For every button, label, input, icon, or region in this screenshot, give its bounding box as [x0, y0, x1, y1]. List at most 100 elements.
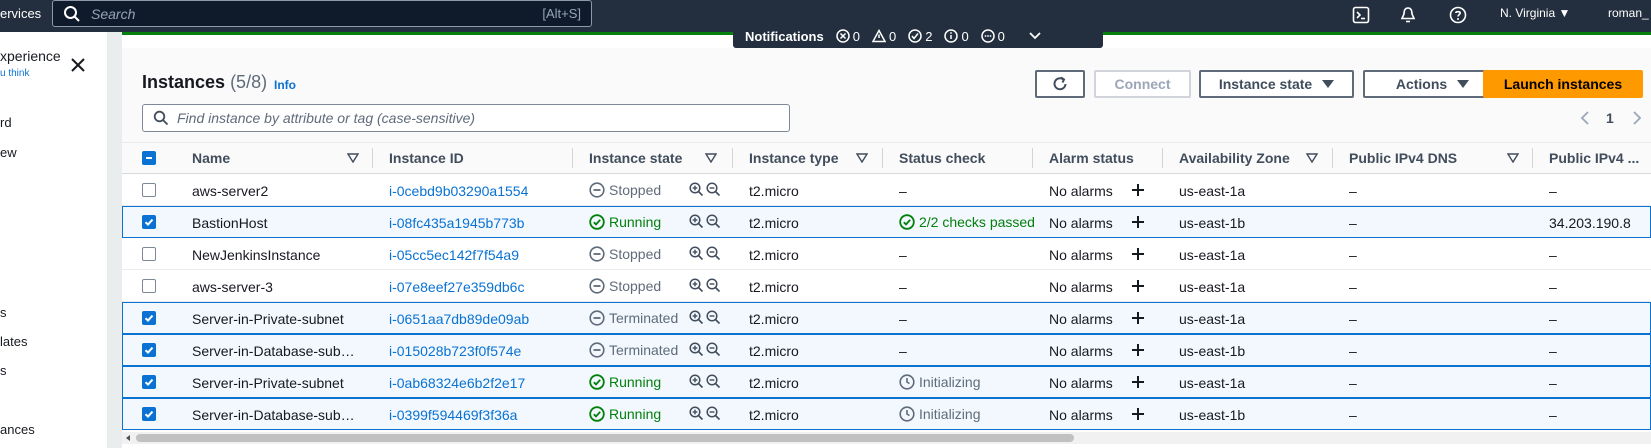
add-alarm-icon[interactable] [1131, 375, 1145, 389]
previous-page-icon[interactable] [1580, 111, 1590, 125]
column-divider[interactable] [1032, 148, 1033, 168]
add-alarm-icon[interactable] [1131, 311, 1145, 325]
sidebar-item-4[interactable]: lates [0, 334, 27, 349]
current-page[interactable]: 1 [1606, 110, 1614, 126]
row-checkbox[interactable] [142, 247, 156, 261]
region-selector[interactable]: N. Virginia ▼ [1500, 0, 1570, 27]
sort-down-icon[interactable] [1507, 153, 1519, 163]
table-row[interactable] [122, 174, 1651, 206]
actions-button[interactable]: Actions [1363, 70, 1502, 98]
zoom-in-icon[interactable] [689, 310, 704, 325]
row-checkbox[interactable] [142, 407, 156, 421]
instance-state-button[interactable]: Instance state [1199, 70, 1354, 98]
column-header-status-check[interactable]: Status check [899, 150, 985, 166]
sidebar-item-2[interactable]: ew [0, 145, 17, 160]
instance-id-link[interactable]: i-05cc5ec142f7f54a9 [389, 247, 519, 263]
scroll-left-icon[interactable] [124, 434, 132, 442]
zoom-out-icon[interactable] [706, 278, 721, 293]
column-header-public-ipv4-dns[interactable]: Public IPv4 DNS [1349, 150, 1457, 166]
column-divider[interactable] [372, 148, 373, 168]
table-row[interactable] [122, 270, 1651, 302]
instance-id-link[interactable]: i-08fc435a1945b773b [389, 215, 524, 231]
next-page-icon[interactable] [1632, 111, 1642, 125]
table-row[interactable] [122, 366, 1651, 398]
zoom-in-icon[interactable] [689, 246, 704, 261]
instance-filter-input[interactable]: Find instance by attribute or tag (case-… [142, 104, 790, 132]
row-checkbox[interactable] [142, 215, 156, 229]
add-alarm-icon[interactable] [1131, 279, 1145, 293]
account-menu[interactable]: roman_ [1608, 0, 1649, 27]
table-row[interactable] [122, 206, 1651, 238]
add-alarm-icon[interactable] [1131, 247, 1145, 261]
row-checkbox[interactable] [142, 343, 156, 357]
instance-id-link[interactable]: i-07e8eef27e359db6c [389, 279, 524, 295]
add-alarm-icon[interactable] [1131, 183, 1145, 197]
zoom-out-icon[interactable] [706, 182, 721, 197]
column-divider[interactable] [882, 148, 883, 168]
sidebar-item-6[interactable]: ances [0, 422, 35, 437]
feedback-banner-link[interactable]: u think [0, 68, 29, 79]
add-alarm-icon[interactable] [1131, 407, 1145, 421]
refresh-button[interactable] [1035, 70, 1085, 98]
chevron-down-icon[interactable] [1029, 32, 1044, 40]
connect-button[interactable]: Connect [1094, 70, 1191, 98]
sidebar-item-3[interactable]: s [0, 305, 7, 320]
zoom-out-icon[interactable] [706, 246, 721, 261]
column-header-instance-id[interactable]: Instance ID [389, 150, 464, 166]
row-checkbox[interactable] [142, 183, 156, 197]
column-header-instance-state[interactable]: Instance state [589, 150, 682, 166]
sort-down-icon[interactable] [705, 153, 717, 163]
table-row[interactable] [122, 238, 1651, 270]
services-menu[interactable]: ervices [0, 0, 41, 32]
row-checkbox[interactable] [142, 279, 156, 293]
zoom-out-icon[interactable] [706, 374, 721, 389]
table-row[interactable] [122, 302, 1651, 334]
column-header-instance-type[interactable]: Instance type [749, 150, 838, 166]
column-divider[interactable] [1162, 148, 1163, 168]
zoom-in-icon[interactable] [689, 406, 704, 421]
sidebar-item-1[interactable]: rd [0, 115, 12, 130]
row-checkbox[interactable] [142, 311, 156, 325]
sidebar-item-5[interactable]: s [0, 363, 7, 378]
column-divider[interactable] [572, 148, 573, 168]
column-divider[interactable] [1332, 148, 1333, 168]
notifications-bar[interactable]: Notifications 0 0 2 0 0 [733, 24, 1103, 48]
column-header-public-ipv4[interactable]: Public IPv4 ... [1549, 150, 1639, 166]
zoom-in-icon[interactable] [689, 182, 704, 197]
row-checkbox[interactable] [142, 375, 156, 389]
select-all-checkbox[interactable] [142, 151, 156, 165]
sidebar-scrollbar[interactable] [108, 32, 122, 448]
sort-down-icon[interactable] [856, 153, 868, 163]
column-divider[interactable] [1532, 148, 1533, 168]
column-header-alarm-status[interactable]: Alarm status [1049, 150, 1134, 166]
column-header-name[interactable]: Name [192, 150, 230, 166]
add-alarm-icon[interactable] [1131, 215, 1145, 229]
help-icon[interactable] [1447, 4, 1469, 26]
global-search-bar[interactable]: Search [Alt+S] [52, 0, 592, 27]
sort-down-icon[interactable] [347, 153, 359, 163]
close-icon[interactable] [68, 55, 88, 75]
zoom-out-icon[interactable] [706, 310, 721, 325]
instance-id-link[interactable]: i-0cebd9b03290a1554 [389, 183, 528, 199]
zoom-in-icon[interactable] [689, 342, 704, 357]
zoom-in-icon[interactable] [689, 278, 704, 293]
zoom-out-icon[interactable] [706, 214, 721, 229]
add-alarm-icon[interactable] [1131, 343, 1145, 357]
column-divider[interactable] [732, 148, 733, 168]
zoom-in-icon[interactable] [689, 214, 704, 229]
cloudshell-icon[interactable] [1350, 4, 1372, 26]
status-check[interactable]: 2/2 checks passed [899, 214, 1035, 230]
instance-id-link[interactable]: i-015028b723f0f574e [389, 343, 521, 359]
instance-id-link[interactable]: i-0399f594469f3f36a [389, 407, 517, 423]
sort-down-icon[interactable] [1306, 153, 1318, 163]
zoom-in-icon[interactable] [689, 374, 704, 389]
horizontal-scrollbar-thumb[interactable] [136, 434, 1074, 442]
instance-id-link[interactable]: i-0ab68324e6b2f2e17 [389, 375, 525, 391]
instance-id-link[interactable]: i-0651aa7db89de09ab [389, 311, 529, 327]
zoom-out-icon[interactable] [706, 342, 721, 357]
bell-icon[interactable] [1397, 4, 1419, 26]
launch-instances-button[interactable]: Launch instances [1483, 70, 1643, 98]
column-header-availability-zone[interactable]: Availability Zone [1179, 150, 1290, 166]
info-link[interactable]: Info [274, 78, 296, 92]
zoom-out-icon[interactable] [706, 406, 721, 421]
